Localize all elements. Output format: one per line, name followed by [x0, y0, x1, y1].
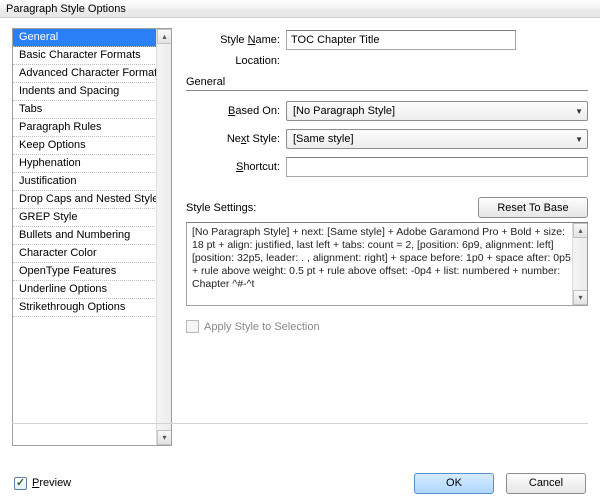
preview-checkbox[interactable]: ✓	[14, 477, 27, 490]
shortcut-label: Shortcut:	[186, 161, 286, 173]
sidebar-item-indents[interactable]: Indents and Spacing	[13, 83, 171, 101]
category-list[interactable]: General Basic Character Formats Advanced…	[12, 28, 172, 446]
chevron-down-icon: ▼	[575, 107, 583, 116]
sidebar-item-keep-options[interactable]: Keep Options	[13, 137, 171, 155]
based-on-label: Based On:	[186, 105, 286, 117]
chevron-down-icon: ▼	[575, 135, 583, 144]
dialog-footer: ✓ Preview OK Cancel	[0, 464, 600, 502]
sidebar-item-strikethrough[interactable]: Strikethrough Options	[13, 299, 171, 317]
footer-separator	[12, 423, 588, 424]
sidebar-item-general[interactable]: General	[13, 29, 171, 47]
sidebar-item-grep[interactable]: GREP Style	[13, 209, 171, 227]
sidebar-item-bullets[interactable]: Bullets and Numbering	[13, 227, 171, 245]
cancel-button[interactable]: Cancel	[506, 473, 586, 494]
based-on-dropdown[interactable]: [No Paragraph Style] ▼	[286, 101, 588, 121]
ok-button[interactable]: OK	[414, 473, 494, 494]
reset-to-base-button[interactable]: Reset To Base	[478, 197, 588, 218]
sidebar-item-adv-char[interactable]: Advanced Character Formats	[13, 65, 171, 83]
based-on-value: [No Paragraph Style]	[293, 105, 395, 117]
shortcut-input[interactable]	[286, 157, 588, 177]
style-settings-text: [No Paragraph Style] + next: [Same style…	[192, 226, 571, 290]
sidebar-item-underline[interactable]: Underline Options	[13, 281, 171, 299]
apply-style-row: Apply Style to Selection	[186, 320, 588, 333]
scroll-up-icon[interactable]: ▴	[157, 29, 172, 44]
right-pane: Style Name: Location: General Based On: …	[186, 28, 588, 446]
style-name-input[interactable]	[286, 30, 516, 50]
sidebar-item-basic-char[interactable]: Basic Character Formats	[13, 47, 171, 65]
apply-style-label: Apply Style to Selection	[204, 321, 320, 333]
window-title: Paragraph Style Options	[6, 3, 126, 15]
style-name-label: Style Name:	[186, 34, 286, 46]
next-style-value: [Same style]	[293, 133, 354, 145]
sidebar-item-drop-caps[interactable]: Drop Caps and Nested Styles	[13, 191, 171, 209]
window-titlebar: Paragraph Style Options	[0, 0, 600, 18]
style-settings-label: Style Settings:	[186, 202, 256, 214]
sidebar-scrollbar[interactable]: ▴ ▾	[156, 29, 171, 445]
next-style-label: Next Style:	[186, 133, 286, 145]
sidebar-item-justification[interactable]: Justification	[13, 173, 171, 191]
scroll-down-icon[interactable]: ▾	[573, 290, 588, 305]
preview-label: Preview	[32, 477, 71, 489]
sidebar-item-hyphenation[interactable]: Hyphenation	[13, 155, 171, 173]
sidebar-item-opentype[interactable]: OpenType Features	[13, 263, 171, 281]
section-header-general: General	[186, 76, 588, 91]
location-label: Location:	[186, 55, 286, 67]
sidebar-item-char-color[interactable]: Character Color	[13, 245, 171, 263]
sidebar-item-paragraph-rules[interactable]: Paragraph Rules	[13, 119, 171, 137]
style-settings-box[interactable]: [No Paragraph Style] + next: [Same style…	[186, 222, 588, 306]
next-style-dropdown[interactable]: [Same style] ▼	[286, 129, 588, 149]
sidebar-item-tabs[interactable]: Tabs	[13, 101, 171, 119]
settings-scrollbar[interactable]: ▴ ▾	[572, 223, 587, 305]
scroll-up-icon[interactable]: ▴	[573, 223, 588, 238]
scroll-down-icon[interactable]: ▾	[157, 430, 172, 445]
apply-style-checkbox[interactable]	[186, 320, 199, 333]
